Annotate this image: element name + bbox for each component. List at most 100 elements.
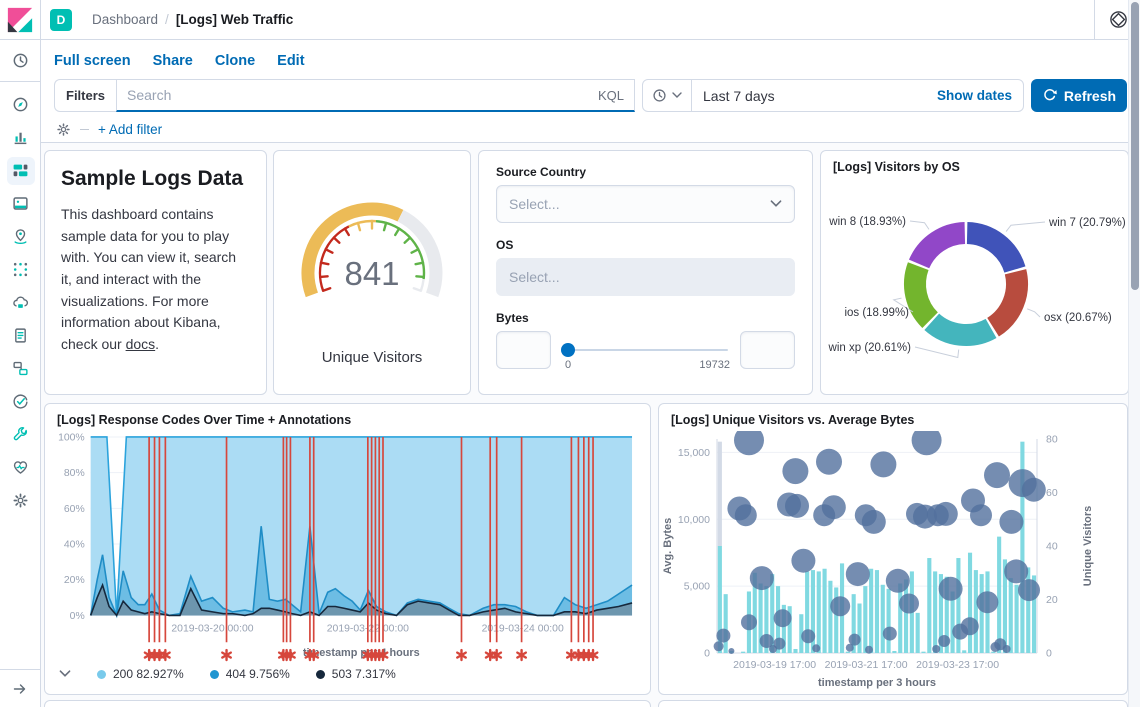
chevron-down-icon	[672, 92, 682, 99]
legend-item-404[interactable]: 404 9.756%	[210, 667, 290, 681]
svg-text:2019-03-24 00:00: 2019-03-24 00:00	[482, 623, 564, 634]
clone-link[interactable]: Clone	[215, 53, 255, 69]
sidebar-item-canvas[interactable]	[0, 187, 41, 220]
svg-text:win xp (20.61%): win xp (20.61%)	[828, 342, 912, 354]
dashboard-grid: Sample Logs Data This dashboard contains…	[41, 143, 1140, 707]
sidebar-item-apm[interactable]	[0, 352, 41, 385]
docs-link[interactable]: docs	[126, 336, 156, 352]
arrow-right-icon	[12, 681, 28, 697]
svg-text:10,000: 10,000	[678, 514, 710, 526]
breadcrumb-separator: /	[165, 12, 169, 27]
os-label: OS	[496, 238, 795, 252]
bytes-slider: 0 19732	[561, 331, 730, 377]
sidebar-item-recent[interactable]	[0, 40, 41, 81]
source-country-label: Source Country	[496, 165, 795, 179]
logs-document-icon	[12, 327, 29, 344]
breadcrumb: Dashboard / [Logs] Web Traffic	[92, 12, 293, 27]
canvas-icon	[12, 195, 29, 212]
sidebar-item-logs[interactable]	[0, 319, 41, 352]
svg-text:0: 0	[1046, 648, 1052, 660]
sidebar-item-infrastructure[interactable]	[0, 286, 41, 319]
sidebar-item-uptime[interactable]	[0, 385, 41, 418]
refresh-button[interactable]: Refresh	[1031, 79, 1127, 112]
legend-item-200[interactable]: 200 82.927%	[97, 667, 184, 681]
svg-text:osx (20.67%): osx (20.67%)	[1044, 312, 1112, 324]
legend-collapse-chevron-icon[interactable]	[59, 670, 71, 678]
share-link[interactable]: Share	[153, 53, 193, 69]
panel-controls: Source Country Select... OS Select... By…	[478, 150, 813, 395]
full-screen-link[interactable]: Full screen	[54, 53, 131, 69]
edit-link[interactable]: Edit	[277, 53, 304, 69]
legend-dot	[316, 670, 325, 679]
panel-sample-logs-data: Sample Logs Data This dashboard contains…	[44, 150, 267, 395]
top-header: D Dashboard / [Logs] Web Traffic	[0, 0, 1140, 40]
panel-title: [Logs] Response Codes Over Time + Annota…	[45, 404, 650, 431]
sidebar-item-maps[interactable]	[0, 220, 41, 253]
svg-text:Avg. Bytes: Avg. Bytes	[662, 518, 674, 574]
sidebar-item-dashboard[interactable]	[0, 154, 41, 187]
sidebar-nav	[0, 40, 41, 707]
panel-response-codes: [Logs] Response Codes Over Time + Annota…	[44, 403, 651, 695]
time-range-value[interactable]: Last 7 days	[692, 88, 786, 104]
svg-text:win 8 (18.93%): win 8 (18.93%)	[828, 216, 906, 228]
gear-icon	[12, 492, 29, 509]
panel-title: [Logs] Visitors by OS	[821, 151, 1128, 178]
sidebar-collapse-button[interactable]	[0, 669, 40, 707]
page-title: [Logs] Web Traffic	[176, 12, 294, 27]
search-box: KQL	[116, 79, 635, 112]
search-input[interactable]	[127, 87, 590, 103]
heart-pulse-icon	[12, 459, 29, 476]
bytes-min-input[interactable]	[496, 331, 551, 369]
svg-text:win 7 (20.79%): win 7 (20.79%)	[1048, 217, 1126, 229]
source-country-select[interactable]: Select...	[496, 185, 795, 223]
area-chart[interactable]: 100%80%60%40%20%0%2019-03-20 00:002019-0…	[45, 431, 640, 665]
svg-text:20: 20	[1046, 594, 1058, 606]
bytes-slider-max: 19732	[699, 359, 730, 371]
gauge-chart[interactable]: 841	[277, 189, 467, 327]
sidebar-item-stack-monitoring[interactable]	[0, 451, 41, 484]
donut-chart[interactable]: win 7 (20.79%) osx (20.67%) win xp (20.61%…	[821, 178, 1128, 391]
filters-button[interactable]: Filters	[54, 79, 116, 112]
show-dates-link[interactable]: Show dates	[937, 88, 1023, 103]
kibana-logo-button[interactable]	[0, 0, 41, 40]
svg-text:2019-03-21 17:00: 2019-03-21 17:00	[825, 659, 908, 671]
sidebar-item-management[interactable]	[0, 484, 41, 517]
apm-nodes-icon	[12, 360, 29, 377]
breadcrumb-dashboard[interactable]: Dashboard	[92, 12, 158, 27]
svg-text:80%: 80%	[64, 468, 85, 479]
filter-options-gear-icon[interactable]	[56, 122, 71, 137]
uptime-check-icon	[12, 393, 29, 410]
sidebar-item-machine-learning[interactable]	[0, 253, 41, 286]
svg-text:841: 841	[344, 255, 399, 292]
svg-text:15,000: 15,000	[678, 447, 710, 459]
svg-text:Unique Visitors: Unique Visitors	[1082, 506, 1094, 586]
kibana-logo-icon	[7, 7, 33, 33]
sidebar-item-discover[interactable]	[0, 88, 41, 121]
panel-next-row-left	[44, 700, 651, 707]
bytes-slider-min: 0	[565, 359, 571, 371]
sidebar-item-visualize[interactable]	[0, 121, 41, 154]
sidebar-item-dev-tools[interactable]	[0, 418, 41, 451]
cloud-icon	[12, 294, 29, 311]
dashboard-toolbar: Full screen Share Clone Edit	[41, 40, 1140, 69]
space-badge[interactable]: D	[50, 9, 72, 31]
bytes-max-input[interactable]	[740, 331, 795, 369]
time-quick-select-button[interactable]	[643, 80, 692, 111]
svg-text:0: 0	[704, 648, 710, 660]
svg-text:timestamp per 3 hours: timestamp per 3 hours	[818, 677, 936, 689]
os-select[interactable]: Select...	[496, 258, 795, 296]
legend-item-503[interactable]: 503 7.317%	[316, 667, 396, 681]
kql-toggle[interactable]: KQL	[598, 88, 624, 103]
gauge-label: Unique Visitors	[322, 349, 423, 366]
bar-bubble-chart[interactable]: 15,00010,0005,00008060402002019-03-19 17…	[659, 431, 1114, 693]
add-filter-link[interactable]: + Add filter	[98, 122, 162, 137]
svg-text:20%: 20%	[64, 575, 85, 586]
bytes-slider-track[interactable]	[567, 349, 728, 351]
svg-text:2019-03-20 00:00: 2019-03-20 00:00	[171, 623, 253, 634]
bytes-slider-handle[interactable]	[561, 343, 575, 357]
help-icon[interactable]	[1109, 10, 1128, 29]
markdown-title: Sample Logs Data	[61, 167, 250, 191]
scrollbar-thumb[interactable]	[1131, 2, 1139, 290]
panel-visitors-vs-bytes: [Logs] Unique Visitors vs. Average Bytes…	[658, 403, 1128, 695]
bar-chart-icon	[12, 129, 29, 146]
